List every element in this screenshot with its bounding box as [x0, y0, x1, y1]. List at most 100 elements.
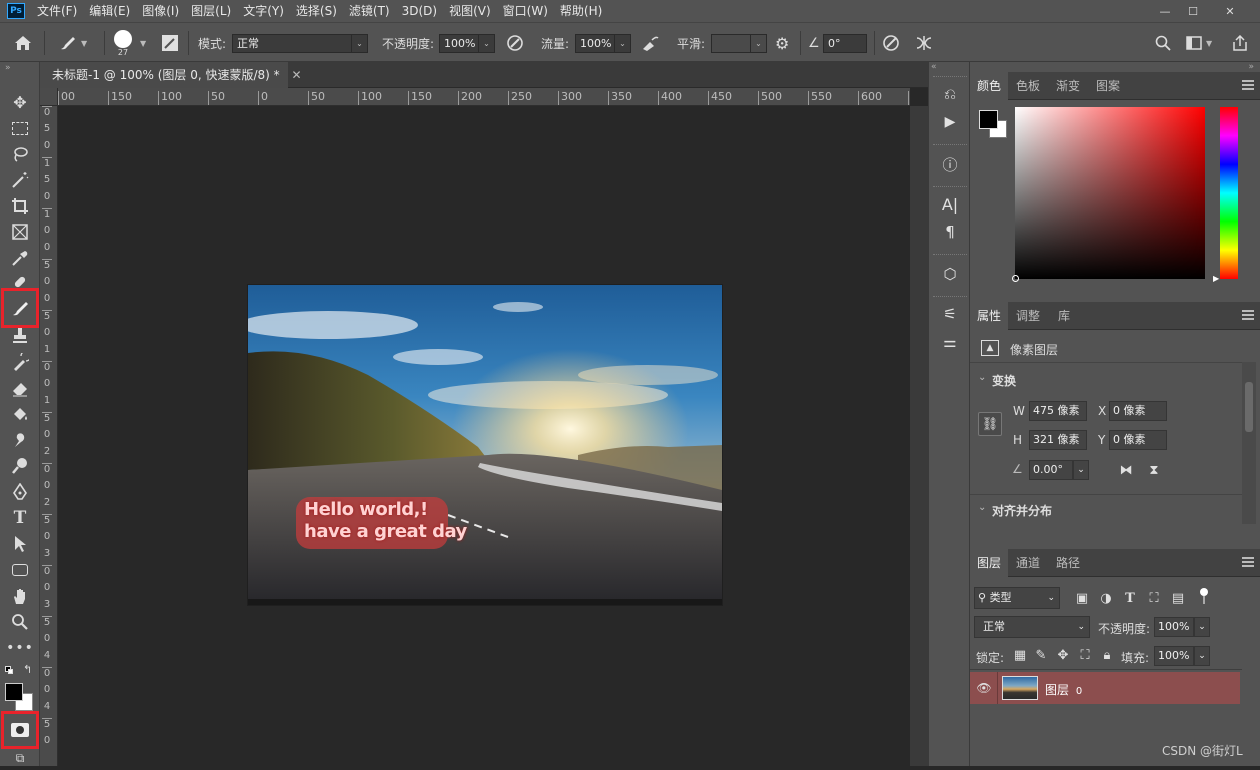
- eye-icon[interactable]: 👁︎: [976, 680, 992, 696]
- move-tool-icon[interactable]: ✥: [6, 90, 34, 114]
- crop-tool-icon[interactable]: [6, 194, 34, 218]
- align-distribute-header[interactable]: 对齐并分布: [992, 502, 1052, 519]
- symmetry-icon[interactable]: [914, 23, 934, 63]
- clone-stamp-tool-icon[interactable]: [6, 324, 34, 348]
- history-panel-icon[interactable]: ⎌: [937, 82, 963, 106]
- tab-color[interactable]: 颜色: [970, 72, 1008, 100]
- expand-icon[interactable]: »: [1248, 62, 1254, 72]
- 3d-panel-icon[interactable]: ⬡: [937, 262, 963, 286]
- smoothing-field[interactable]: [711, 33, 751, 53]
- chevron-down-icon[interactable]: ⌄: [978, 372, 986, 383]
- color-swatches[interactable]: [5, 683, 35, 713]
- chevron-down-icon[interactable]: ⌄: [978, 502, 986, 513]
- chevron-down-icon[interactable]: ⌄: [479, 33, 495, 53]
- tab-swatches[interactable]: 色板: [1008, 72, 1048, 100]
- share-icon[interactable]: [1232, 23, 1248, 63]
- more-tools-icon[interactable]: •••: [6, 636, 34, 660]
- menu-edit[interactable]: 编辑(E): [83, 0, 136, 22]
- filter-toggle[interactable]: [1200, 588, 1208, 604]
- opacity-field[interactable]: 100%: [439, 33, 479, 53]
- brush-size-picker[interactable]: 27: [114, 23, 132, 63]
- brush-settings-panel-icon[interactable]: ⚟: [937, 302, 963, 326]
- filter-shape-icon[interactable]: ⛶: [1146, 590, 1162, 606]
- brush-angle-field[interactable]: 0°: [823, 33, 867, 53]
- airbrush-icon[interactable]: [640, 23, 660, 63]
- quick-mask-icon[interactable]: [6, 718, 34, 742]
- adjust-panel-icon[interactable]: ⚌: [937, 330, 963, 354]
- filter-pixel-icon[interactable]: ▣: [1074, 590, 1090, 606]
- frame-tool-icon[interactable]: [6, 220, 34, 244]
- chevron-down-icon[interactable]: ⌄: [615, 33, 631, 53]
- magic-wand-tool-icon[interactable]: [6, 168, 34, 192]
- tab-channels[interactable]: 通道: [1008, 549, 1048, 577]
- menu-layer[interactable]: 图层(L): [185, 0, 237, 22]
- vertical-ruler[interactable]: 0 5 0 1 5 0 1 0 0 5 0 0 5 0 1 0 0 1 5 0 2 0 0 2 5 0 3 0 0 3 5 0 4 0 0 4 5 0: [40, 106, 58, 766]
- menu-help[interactable]: 帮助(H): [554, 0, 608, 22]
- layer-name[interactable]: 图层 0: [1045, 681, 1082, 698]
- hand-tool-icon[interactable]: [6, 584, 34, 608]
- hue-slider-handle[interactable]: ▶: [1213, 274, 1219, 283]
- blend-mode-select[interactable]: 正常 ⌄: [974, 616, 1090, 638]
- dodge-tool-icon[interactable]: [6, 454, 34, 478]
- path-selection-tool-icon[interactable]: [6, 532, 34, 556]
- minimize-icon[interactable]: —: [1152, 0, 1178, 22]
- chevron-down-icon[interactable]: ⌄: [1073, 460, 1089, 480]
- horizontal-ruler[interactable]: 00 150 100 50 0 50 100 150 200 250 300 350 400 450 500…: [58, 88, 910, 106]
- document-tab[interactable]: 未标题-1 @ 100% (图层 0, 快速蒙版/8) * ✕: [40, 62, 302, 88]
- layer-opacity-field[interactable]: 100%: [1154, 617, 1194, 637]
- fill-field[interactable]: 100%: [1154, 646, 1194, 666]
- actions-panel-icon[interactable]: ▶: [937, 110, 963, 134]
- pressure-size-icon[interactable]: [881, 23, 901, 63]
- maximize-icon[interactable]: ☐: [1180, 0, 1206, 22]
- color-panel-swatches[interactable]: [979, 110, 1009, 140]
- info-panel-icon[interactable]: ⓘ: [937, 152, 963, 176]
- menu-3d[interactable]: 3D(D): [396, 0, 443, 22]
- properties-scrollbar[interactable]: [1242, 362, 1256, 524]
- chevron-down-icon[interactable]: ⌄: [1194, 617, 1210, 637]
- tab-properties[interactable]: 属性: [970, 302, 1008, 330]
- brush-settings-icon[interactable]: [161, 23, 179, 63]
- default-colors-icon[interactable]: [5, 666, 13, 674]
- lock-artboard-icon[interactable]: ⛶: [1078, 648, 1092, 663]
- color-field[interactable]: [1012, 107, 1205, 282]
- menu-filter[interactable]: 滤镜(T): [343, 0, 396, 22]
- flip-horizontal-icon[interactable]: ⧓: [1116, 462, 1136, 478]
- filter-type-icon[interactable]: T: [1122, 590, 1138, 606]
- screen-mode-icon[interactable]: ⧉: [6, 746, 34, 770]
- layer-filter-select[interactable]: ⚲ 类型 ⌄: [974, 587, 1060, 609]
- tab-adjustments[interactable]: 调整: [1008, 302, 1048, 330]
- tab-gradients[interactable]: 渐变: [1048, 72, 1088, 100]
- home-icon[interactable]: [14, 23, 32, 63]
- flip-vertical-icon[interactable]: ⧗: [1144, 462, 1164, 478]
- tab-libraries[interactable]: 库: [1048, 302, 1080, 330]
- close-icon[interactable]: ✕: [1210, 0, 1250, 22]
- type-tool-icon[interactable]: T: [6, 506, 34, 530]
- panel-menu-icon[interactable]: [1242, 557, 1254, 567]
- panel-menu-icon[interactable]: [1242, 80, 1254, 90]
- panel-menu-icon[interactable]: [1242, 310, 1254, 320]
- character-panel-icon[interactable]: A|: [937, 192, 963, 216]
- height-field[interactable]: 321 像素: [1029, 430, 1087, 450]
- workspace-icon[interactable]: ▼: [1186, 23, 1212, 63]
- pressure-opacity-icon[interactable]: [505, 23, 525, 63]
- foreground-color-swatch[interactable]: [979, 110, 998, 129]
- color-picker-handle[interactable]: [1012, 275, 1019, 282]
- lasso-tool-icon[interactable]: [6, 142, 34, 166]
- transform-header[interactable]: 变换: [992, 372, 1016, 389]
- chevron-down-icon[interactable]: ▼: [140, 23, 146, 63]
- filter-smart-object-icon[interactable]: ▤: [1170, 590, 1186, 606]
- marquee-tool-icon[interactable]: [6, 116, 34, 140]
- pen-tool-icon[interactable]: [6, 480, 34, 504]
- rotation-field[interactable]: 0.00°: [1029, 460, 1073, 480]
- eraser-tool-icon[interactable]: [6, 376, 34, 400]
- lock-transparent-icon[interactable]: ▦: [1013, 648, 1027, 663]
- menu-select[interactable]: 选择(S): [290, 0, 343, 22]
- foreground-color-swatch[interactable]: [5, 683, 23, 701]
- gear-icon[interactable]: ⚙: [775, 23, 789, 63]
- chevron-down-icon[interactable]: ⌄: [352, 33, 368, 53]
- eyedropper-tool-icon[interactable]: [6, 246, 34, 270]
- menu-image[interactable]: 图像(I): [136, 0, 185, 22]
- canvas-image[interactable]: Hello world,! have a great day: [248, 285, 722, 605]
- paint-bucket-tool-icon[interactable]: [6, 402, 34, 426]
- y-field[interactable]: 0 像素: [1109, 430, 1167, 450]
